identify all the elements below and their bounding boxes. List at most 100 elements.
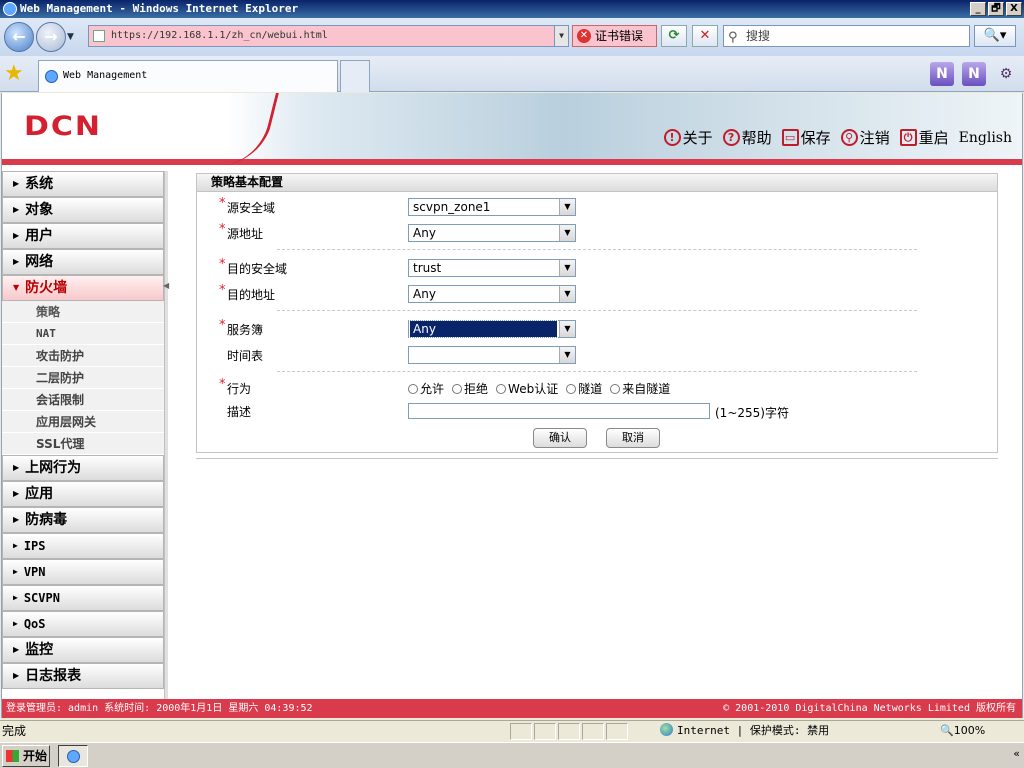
schedule-row: 时间表 ▼ bbox=[197, 344, 997, 366]
sidebar-item-firewall[interactable]: ▼ 防火墙 bbox=[2, 275, 164, 301]
expand-arrow-icon: ▶ bbox=[13, 515, 20, 524]
service-select[interactable]: Any ▼ bbox=[408, 320, 576, 338]
sidebar-sub-attack-defense[interactable]: 攻击防护 bbox=[2, 345, 164, 367]
onenote-icon[interactable]: N bbox=[962, 62, 986, 86]
minimize-button[interactable]: _ bbox=[970, 2, 986, 16]
history-dropdown-icon[interactable]: ▼ bbox=[67, 32, 79, 42]
tray-expand-icon[interactable]: « bbox=[1013, 747, 1020, 760]
radio-from-tunnel[interactable]: 来自隧道 bbox=[610, 380, 670, 397]
search-button[interactable]: 🔍▾ bbox=[974, 25, 1016, 47]
sidebar-sub-session-limit[interactable]: 会话限制 bbox=[2, 389, 164, 411]
source-zone-label: 源安全域 bbox=[227, 201, 276, 215]
confirm-button[interactable]: 确认 bbox=[533, 428, 587, 448]
sidebar-item-label: 防火墙 bbox=[25, 280, 68, 296]
radio-permit[interactable]: 允许 bbox=[408, 380, 444, 397]
sidebar-sub-nat[interactable]: NAT bbox=[2, 323, 164, 345]
dropdown-arrow-icon: ▼ bbox=[559, 199, 575, 215]
taskbar-ie-button[interactable] bbox=[58, 745, 88, 767]
source-address-row: * 源地址 Any ▼ bbox=[197, 222, 997, 244]
sidebar-item-objects[interactable]: ▶ 对象 bbox=[2, 197, 164, 223]
page-footer: 登录管理员: admin 系统时间: 2000年1月1日 星期六 04:39:5… bbox=[2, 699, 1022, 718]
tab-web-management[interactable]: Web Management bbox=[38, 60, 338, 92]
english-link[interactable]: English bbox=[959, 130, 1012, 146]
favorites-star-icon[interactable]: ★ bbox=[4, 62, 24, 86]
schedule-label: 时间表 bbox=[227, 349, 264, 363]
restart-link[interactable]: ⏻ 重启 bbox=[899, 127, 949, 148]
sidebar-item-label: 用户 bbox=[25, 228, 54, 244]
maximize-button[interactable]: 🗗 bbox=[988, 2, 1004, 16]
globe-icon bbox=[660, 723, 673, 736]
source-zone-select[interactable]: scvpn_zone1 ▼ bbox=[408, 198, 576, 216]
dest-zone-select[interactable]: trust ▼ bbox=[408, 259, 576, 277]
cert-error-button[interactable]: ✕ 证书错误 bbox=[572, 25, 657, 47]
cancel-button[interactable]: 取消 bbox=[606, 428, 660, 448]
description-input[interactable] bbox=[408, 403, 710, 419]
sidebar-item-monitor[interactable]: ▶ 监控 bbox=[2, 637, 164, 663]
sidebar-sub-alg[interactable]: 应用层网关 bbox=[2, 411, 164, 433]
radio-circle[interactable] bbox=[452, 383, 463, 394]
sidebar-item-logs[interactable]: ▶ 日志报表 bbox=[2, 663, 164, 689]
zone-label: Internet | 保护模式: 禁用 bbox=[677, 724, 830, 737]
sidebar-item-label: VPN bbox=[23, 565, 46, 579]
address-dropdown-icon[interactable]: ▼ bbox=[554, 26, 568, 46]
back-button[interactable]: ← bbox=[4, 22, 34, 52]
section-divider bbox=[277, 249, 917, 250]
about-link[interactable]: ! 关于 bbox=[663, 127, 713, 148]
save-link[interactable]: ▭ 保存 bbox=[781, 127, 831, 148]
collapse-left-icon[interactable]: ◀ bbox=[163, 281, 169, 290]
select-value: scvpn_zone1 bbox=[413, 200, 491, 214]
forward-button[interactable]: → bbox=[36, 22, 66, 52]
dest-address-select[interactable]: Any ▼ bbox=[408, 285, 576, 303]
sidebar-item-system[interactable]: ▶ 系统 bbox=[2, 171, 164, 197]
address-bar[interactable]: https://192.168.1.1/zh_cn/webui.html ▼ bbox=[88, 25, 569, 47]
security-zone[interactable]: Internet | 保护模式: 禁用 bbox=[660, 721, 829, 741]
radio-circle[interactable] bbox=[566, 383, 577, 394]
save-icon: ▭ bbox=[781, 129, 799, 146]
copyright: © 2001-2010 DigitalChina Networks Limite… bbox=[723, 703, 1016, 714]
sidebar-item-web-behavior[interactable]: ▶ 上网行为 bbox=[2, 455, 164, 481]
sidebar-splitter[interactable]: ◀ bbox=[163, 171, 169, 699]
sidebar-item-vpn[interactable]: ▶ VPN bbox=[2, 559, 164, 585]
tools-gear-icon[interactable]: ⚙ bbox=[994, 62, 1018, 86]
radio-circle[interactable] bbox=[408, 383, 418, 394]
refresh-button[interactable]: ⟳ bbox=[661, 25, 687, 47]
sidebar-item-label: 上网行为 bbox=[25, 460, 82, 476]
expand-arrow-icon: ▶ bbox=[13, 463, 20, 472]
expand-arrow-icon: ▶ bbox=[13, 645, 20, 654]
ie-icon bbox=[67, 750, 80, 763]
logout-link[interactable]: ⚲ 注销 bbox=[840, 127, 890, 148]
zoom-level[interactable]: 🔍100% bbox=[940, 721, 985, 741]
help-link[interactable]: ? 帮助 bbox=[722, 127, 772, 148]
page-icon bbox=[93, 30, 105, 42]
stop-button[interactable]: ✕ bbox=[692, 25, 718, 47]
sidebar-item-qos[interactable]: ▶ QoS bbox=[2, 611, 164, 637]
schedule-select[interactable]: ▼ bbox=[408, 346, 576, 364]
shield-error-icon: ✕ bbox=[577, 29, 591, 43]
search-input[interactable]: ⚲ 搜搜 bbox=[723, 25, 970, 47]
new-tab-button[interactable] bbox=[340, 60, 370, 92]
sidebar-sub-l2-defense[interactable]: 二层防护 bbox=[2, 367, 164, 389]
login-info: 登录管理员: admin 系统时间: 2000年1月1日 星期六 04:39:5… bbox=[6, 703, 313, 714]
panel-bottom-line bbox=[196, 458, 998, 459]
source-address-select[interactable]: Any ▼ bbox=[408, 224, 576, 242]
start-button[interactable]: 开始 bbox=[2, 745, 50, 767]
key-icon: ⚲ bbox=[840, 129, 858, 146]
sidebar-item-network[interactable]: ▶ 网络 bbox=[2, 249, 164, 275]
sidebar-item-applications[interactable]: ▶ 应用 bbox=[2, 481, 164, 507]
radio-circle[interactable] bbox=[496, 383, 507, 394]
radio-circle[interactable] bbox=[610, 383, 621, 394]
sidebar-item-users[interactable]: ▶ 用户 bbox=[2, 223, 164, 249]
sidebar-item-scvpn[interactable]: ▶ SCVPN bbox=[2, 585, 164, 611]
radio-web-auth[interactable]: Web认证 bbox=[496, 380, 558, 397]
sidebar-item-ips[interactable]: ▶ IPS bbox=[2, 533, 164, 559]
onenote-send-icon[interactable]: N bbox=[930, 62, 954, 86]
sidebar-sub-policy[interactable]: 策略 bbox=[2, 301, 164, 323]
radio-tunnel[interactable]: 隧道 bbox=[566, 380, 602, 397]
required-mark: * bbox=[219, 257, 226, 272]
sidebar-sub-ssl-proxy[interactable]: SSL代理 bbox=[2, 433, 164, 455]
radio-deny[interactable]: 拒绝 bbox=[452, 380, 488, 397]
close-button[interactable]: X bbox=[1006, 2, 1022, 16]
select-value: Any bbox=[413, 226, 436, 240]
sidebar-item-antivirus[interactable]: ▶ 防病毒 bbox=[2, 507, 164, 533]
policy-config-panel: 策略基本配置 * 源安全域 scvpn_zone1 ▼ * 源地址 Any ▼ * … bbox=[196, 173, 998, 453]
